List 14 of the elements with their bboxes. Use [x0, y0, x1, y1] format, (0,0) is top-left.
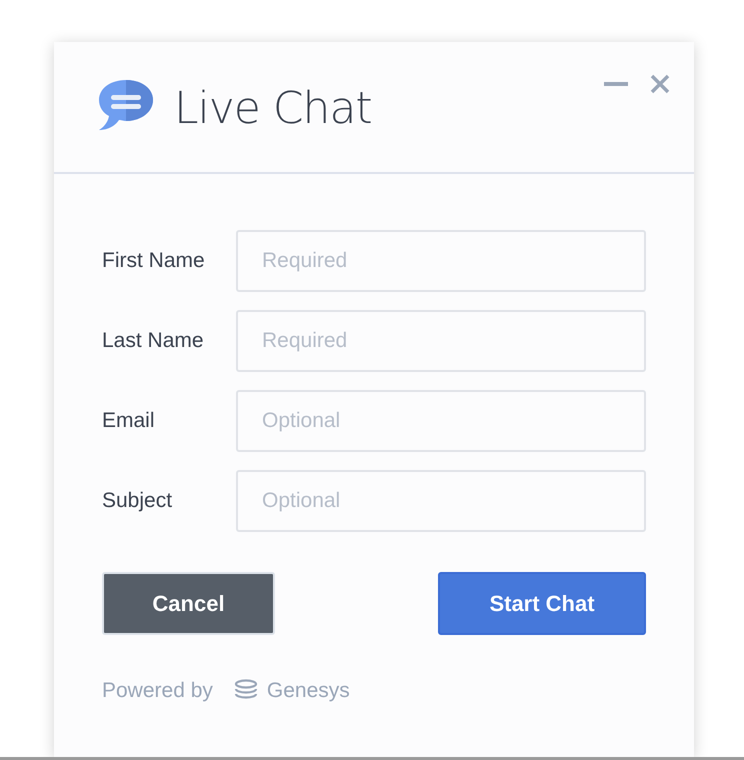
start-chat-button[interactable]: Start Chat	[438, 572, 646, 635]
close-icon[interactable]	[650, 74, 670, 94]
input-field[interactable]: Required	[236, 310, 646, 372]
input-field[interactable]: Required	[236, 230, 646, 292]
field-label: Subject	[102, 489, 174, 513]
window-title: Live Chat	[174, 82, 372, 136]
input-field[interactable]: Optional	[236, 390, 646, 452]
field-label: First Name	[102, 249, 206, 273]
field-label: Email	[102, 409, 156, 433]
brand-name: Genesys	[266, 679, 350, 703]
powered-by-text: Powered by	[102, 679, 213, 703]
field-label: Last Name	[102, 329, 205, 353]
cancel-button[interactable]: Cancel	[102, 572, 275, 635]
input-field[interactable]: Optional	[236, 470, 646, 532]
